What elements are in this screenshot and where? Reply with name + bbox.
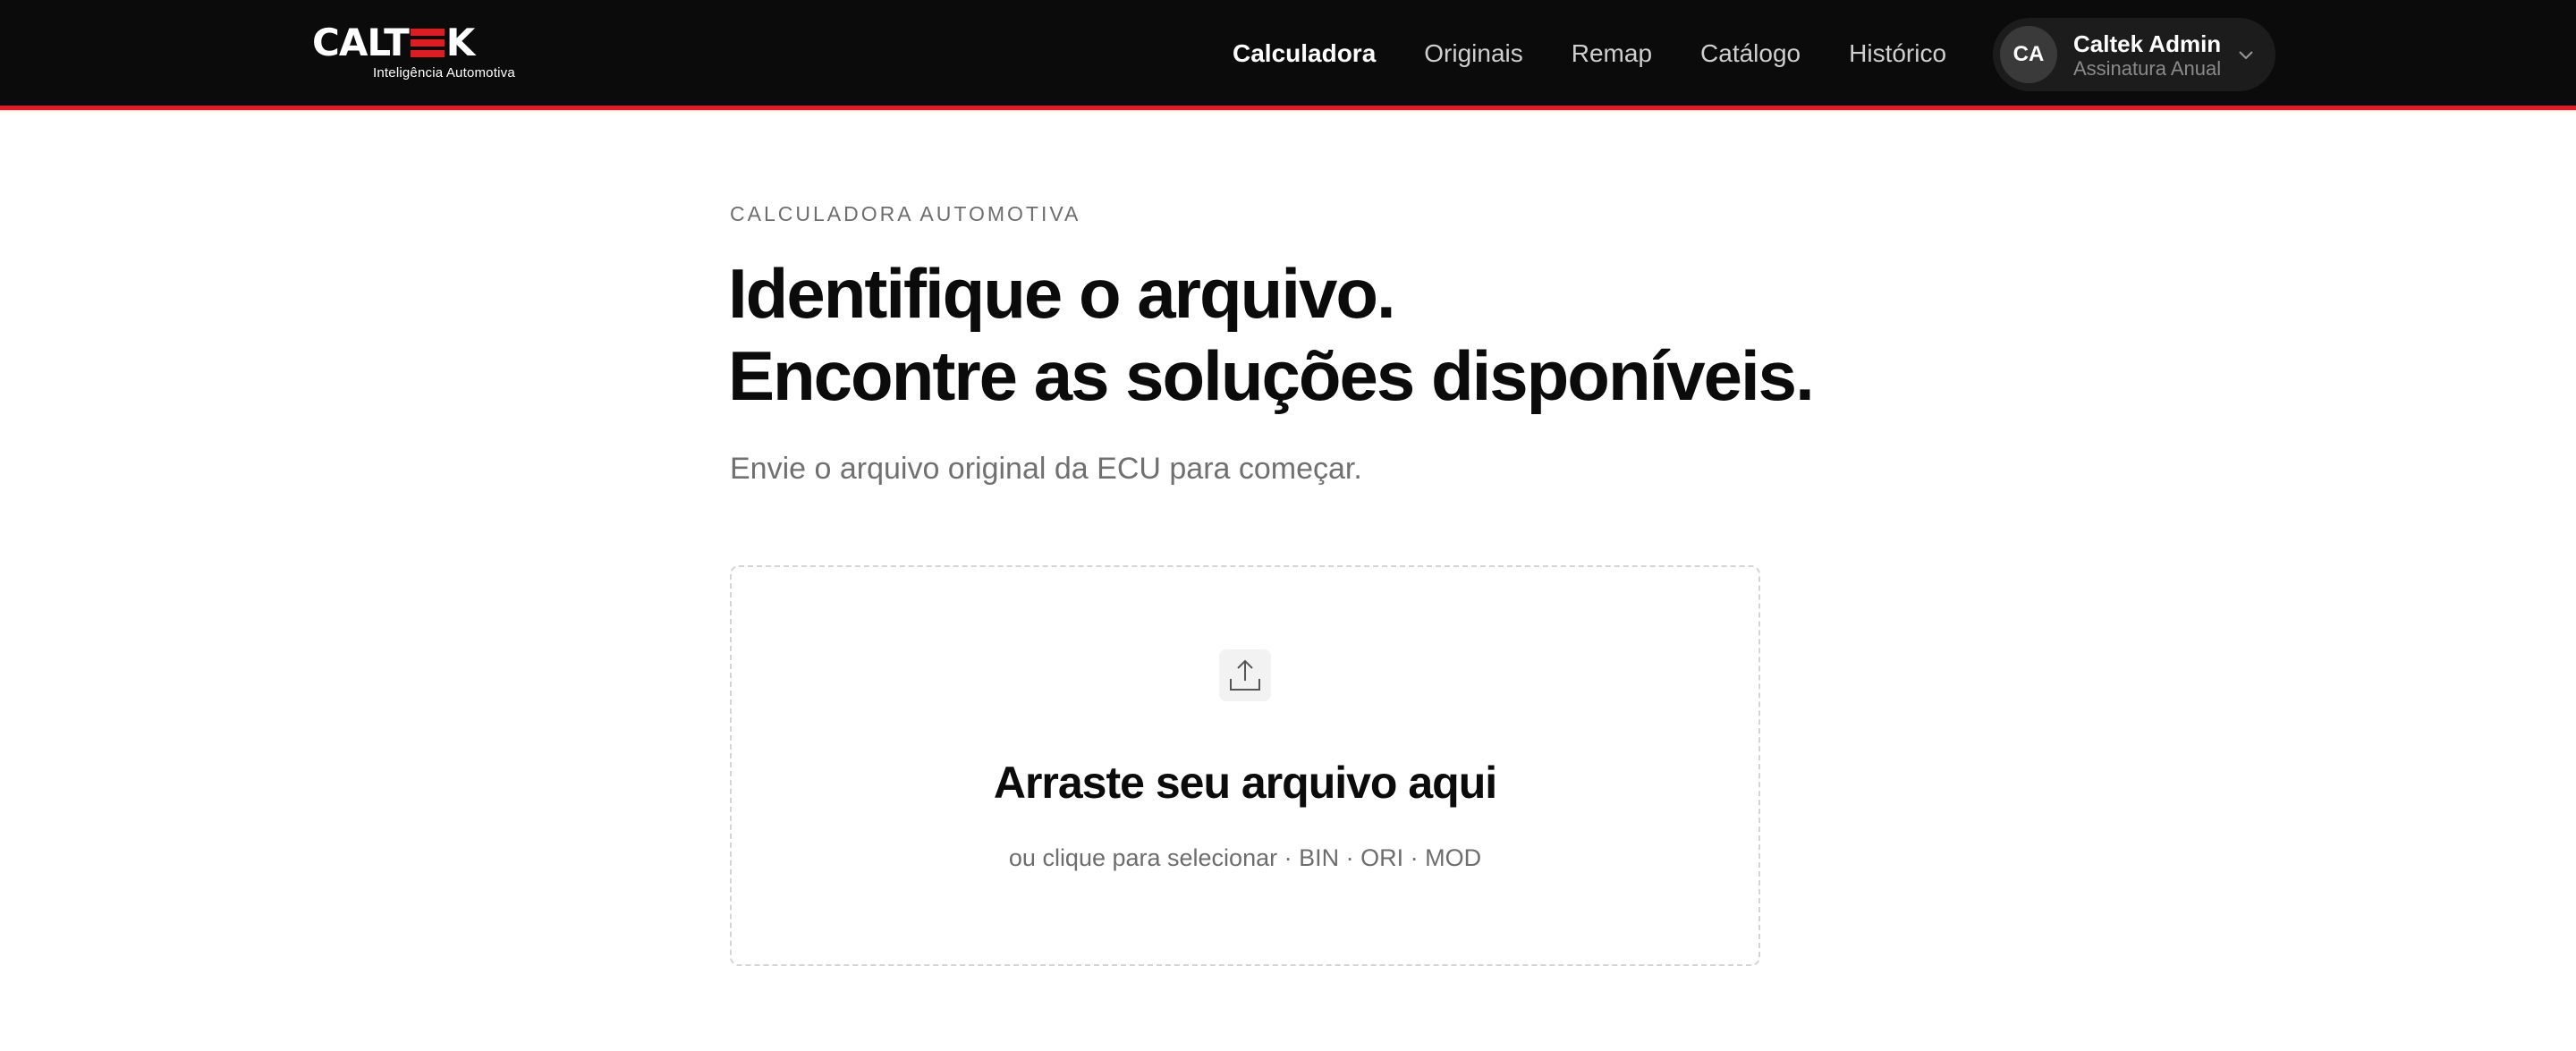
- logo-wordmark: CALT K: [312, 21, 555, 64]
- page-title-line-2: Encontre as soluções disponíveis.: [728, 336, 1815, 415]
- caltek-logo[interactable]: CALT K Inteligência Automotiva: [312, 21, 555, 82]
- logo-e-bars: [410, 29, 445, 57]
- dropzone-subtitle: ou clique para selecionar · BIN · ORI · …: [1008, 844, 1482, 871]
- main-nav: Calculadora Originais Remap Catálogo His…: [1233, 36, 1946, 72]
- dropzone-title: Arraste seu arquivo aqui: [993, 758, 1497, 808]
- top-navigation-bar: CALT K Inteligência Automotiva Calculado…: [0, 0, 2576, 110]
- nav-item-catalogo[interactable]: Catálogo: [1700, 39, 1801, 68]
- page-subtitle: Envie o arquivo original da ECU para com…: [730, 452, 1362, 486]
- logo-text-left: CALT: [312, 21, 410, 64]
- user-name: Caltek Admin: [2073, 30, 2222, 57]
- chevron-down-icon: [2239, 51, 2253, 60]
- user-menu-button[interactable]: CA Caltek Admin Assinatura Anual: [1993, 18, 2275, 91]
- user-plan: Assinatura Anual: [2073, 57, 2222, 80]
- upload-icon: [1219, 649, 1271, 701]
- avatar: CA: [2000, 26, 2057, 83]
- section-eyebrow: CALCULADORA AUTOMOTIVA: [730, 202, 1081, 225]
- page-title: Identifique o arquivo. Encontre as soluç…: [728, 252, 1980, 417]
- nav-item-originais[interactable]: Originais: [1424, 39, 1522, 68]
- file-dropzone[interactable]: Arraste seu arquivo aqui ou clique para …: [730, 565, 1760, 966]
- page-title-line-1: Identifique o arquivo.: [728, 254, 1396, 333]
- nav-item-calculadora[interactable]: Calculadora: [1233, 39, 1376, 68]
- nav-item-historico[interactable]: Histórico: [1849, 39, 1946, 68]
- logo-text-right: K: [445, 21, 476, 64]
- logo-tagline: Inteligência Automotiva: [373, 65, 515, 81]
- nav-item-remap[interactable]: Remap: [1572, 39, 1652, 68]
